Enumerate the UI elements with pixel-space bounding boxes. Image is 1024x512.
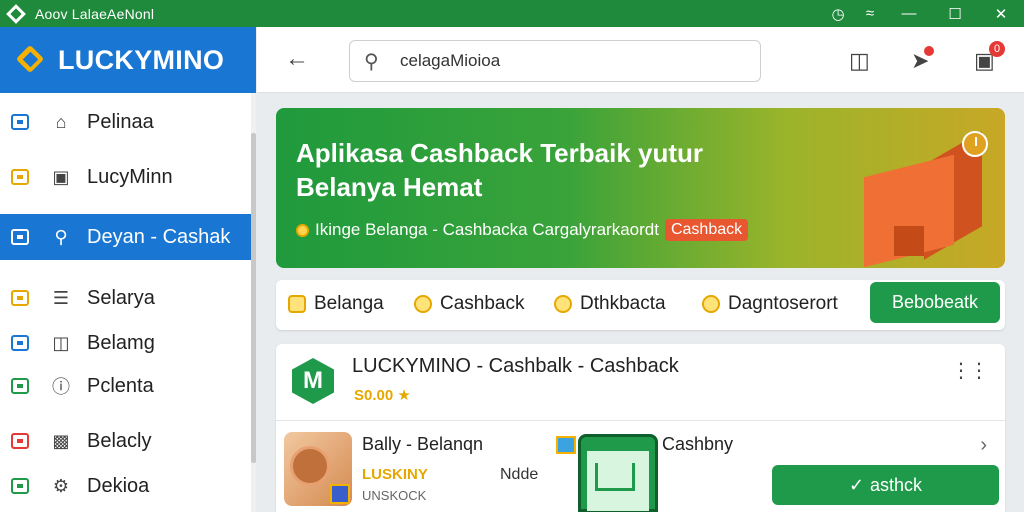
divider bbox=[276, 420, 1005, 421]
home-icon: ⌂ bbox=[55, 111, 67, 132]
wallet-icon: ✓ bbox=[848, 474, 865, 495]
scrollbar-thumb[interactable] bbox=[251, 133, 256, 463]
hero-title-line2: Belanya Hemat bbox=[296, 172, 483, 202]
close-button[interactable]: ✕ bbox=[978, 0, 1024, 27]
bag-mini-icon bbox=[11, 114, 29, 130]
product-name[interactable]: Bally - Belanqn bbox=[362, 434, 483, 455]
sidebar-item-label: Pelinaa bbox=[87, 110, 154, 133]
sidebar: LUCKYMINO ⌂ Pelinaa ▣ LucyMinn ⚲ Deyan -… bbox=[0, 27, 256, 512]
clock-status-icon: ◷ bbox=[831, 5, 845, 23]
category-belanga[interactable]: Belanga bbox=[288, 293, 384, 315]
tools-mini-icon bbox=[11, 433, 29, 449]
product-node: Ndde bbox=[500, 466, 539, 483]
sidebar-item-label: Dekioa bbox=[87, 474, 150, 497]
search-input[interactable] bbox=[400, 51, 740, 71]
category-cta-button[interactable]: Bebobeatk bbox=[870, 282, 1000, 323]
minimize-button[interactable]: — bbox=[886, 0, 932, 27]
coupon-icon bbox=[702, 295, 720, 313]
sidebar-item-selarya[interactable]: ☰ Selarya bbox=[0, 275, 252, 321]
sidebar-item-label: Belamg bbox=[87, 331, 155, 354]
category-dthkbacta[interactable]: Dthkbacta bbox=[554, 293, 666, 315]
sidebar-item-belamg[interactable]: ◫ Belamg bbox=[0, 320, 252, 366]
notification-dot bbox=[924, 46, 934, 56]
list-icon: ☰ bbox=[52, 287, 70, 308]
back-arrow-icon[interactable]: ← bbox=[285, 45, 309, 73]
sidebar-item-deyan-cashak[interactable]: ⚲ Deyan - Cashak bbox=[0, 214, 252, 260]
calculator-mini-icon bbox=[11, 335, 29, 351]
category-label: Cashback bbox=[440, 293, 525, 314]
search-coin-icon bbox=[414, 295, 432, 313]
category-bar: Belanga Cashback Dthkbacta Dagntoserort … bbox=[276, 280, 1005, 330]
app-card: M LUCKYMINO - Cashbalk - Cashback S0.00 … bbox=[276, 344, 1005, 512]
title-bar: Aoov LalaeAeNonl ◷ ≈ — ☐ ✕ bbox=[0, 0, 1024, 27]
app-rating: S0.00 ★ bbox=[354, 387, 411, 404]
brand-name: LUCKYMINO bbox=[58, 44, 225, 75]
box-illustration bbox=[864, 131, 984, 268]
search-icon: ⚲ bbox=[364, 50, 379, 73]
product-brand: LUSKINY bbox=[362, 466, 428, 483]
search-icon: ⚲ bbox=[54, 226, 68, 247]
tag-icon bbox=[554, 295, 572, 313]
info-icon: ⓘ bbox=[52, 377, 70, 397]
app-diamond-icon bbox=[6, 3, 26, 24]
phone-cart-illustration bbox=[578, 434, 658, 512]
top-bar: ← ⚲ ◫ ➤ ▣ 0 bbox=[257, 27, 1024, 93]
cashback-chip[interactable]: Cashback bbox=[664, 219, 749, 241]
document-icon: ◫ bbox=[52, 332, 70, 353]
window-title: Aoov LalaeAeNonl bbox=[35, 5, 155, 22]
clock-icon bbox=[962, 131, 988, 157]
list-mini-icon bbox=[11, 478, 29, 494]
menu-mini-icon bbox=[11, 229, 29, 245]
coin-icon bbox=[296, 223, 309, 237]
hero-title-line1: Aplikasa Cashback Terbaik yutur bbox=[296, 138, 704, 168]
chevron-right-icon[interactable]: › bbox=[980, 434, 987, 457]
wifi-icon: ≈ bbox=[865, 5, 875, 22]
hero-banner[interactable]: Aplikasa Cashback Terbaik yutur Belanya … bbox=[276, 108, 1005, 268]
hero-subtitle: Ikinge Belanga - Cashbacka Cargalyrarkao… bbox=[315, 220, 659, 239]
maximize-button[interactable]: ☐ bbox=[932, 0, 978, 27]
product-thumbnail[interactable] bbox=[284, 432, 352, 506]
sidebar-scrollbar[interactable] bbox=[251, 93, 256, 512]
gear-icon: ⚙ bbox=[52, 475, 70, 496]
sidebar-item-dekioa[interactable]: ⚙ Dekioa bbox=[0, 463, 252, 509]
category-label: Dagntoserort bbox=[728, 293, 838, 314]
sidebar-item-belacly[interactable]: ▩ Belacly bbox=[0, 418, 252, 464]
search-box[interactable]: ⚲ bbox=[349, 40, 761, 82]
sidebar-item-label: Deyan - Cashak bbox=[87, 225, 231, 248]
cashback-action-button[interactable]: ✓ asthck bbox=[772, 465, 999, 505]
sidebar-item-label: Selarya bbox=[87, 286, 155, 309]
hero-title: Aplikasa Cashback Terbaik yutur Belanya … bbox=[296, 136, 816, 204]
bag-mini-icon bbox=[11, 290, 29, 306]
luckymino-logo-icon bbox=[15, 44, 46, 75]
product-right-label: Cashbny bbox=[662, 434, 734, 454]
category-label: Belanga bbox=[314, 293, 384, 314]
cart-badge: 0 bbox=[989, 41, 1005, 57]
list-mini-icon bbox=[11, 378, 29, 394]
category-label: Dthkbacta bbox=[580, 293, 666, 314]
sidebar-item-pelinaa[interactable]: ⌂ Pelinaa bbox=[0, 99, 252, 145]
app-logo: M bbox=[292, 358, 334, 404]
sidebar-item-lucyminn[interactable]: ▣ LucyMinn bbox=[0, 154, 252, 200]
sidebar-item-pclenta[interactable]: ⓘ Pclenta bbox=[0, 363, 252, 409]
bag-mini-icon bbox=[11, 169, 29, 185]
briefcase-icon: ▣ bbox=[52, 166, 70, 187]
product-stock: UNSKOCK bbox=[362, 488, 427, 503]
app-mini-icon bbox=[556, 436, 576, 454]
sidebar-item-label: Belacly bbox=[87, 429, 152, 452]
puzzle-icon: ▩ bbox=[52, 430, 70, 451]
sidebar-item-label: LucyMinn bbox=[87, 165, 173, 188]
more-options-icon[interactable]: ⋮⋮ bbox=[951, 358, 989, 383]
bookmark-icon[interactable]: ◫ bbox=[849, 48, 870, 74]
cashback-action-label: asthck bbox=[870, 474, 923, 495]
bag-icon bbox=[288, 295, 306, 313]
sidebar-item-label: Pclenta bbox=[87, 374, 154, 397]
app-title[interactable]: LUCKYMINO - Cashbalk - Cashback bbox=[352, 355, 679, 378]
category-dagntoserort[interactable]: Dagntoserort bbox=[702, 293, 838, 315]
category-cashback[interactable]: Cashback bbox=[414, 293, 525, 315]
brand-header[interactable]: LUCKYMINO bbox=[0, 27, 256, 93]
hero-subtitle-row: Ikinge Belanga - Cashbacka Cargalyrarkao… bbox=[296, 219, 749, 241]
